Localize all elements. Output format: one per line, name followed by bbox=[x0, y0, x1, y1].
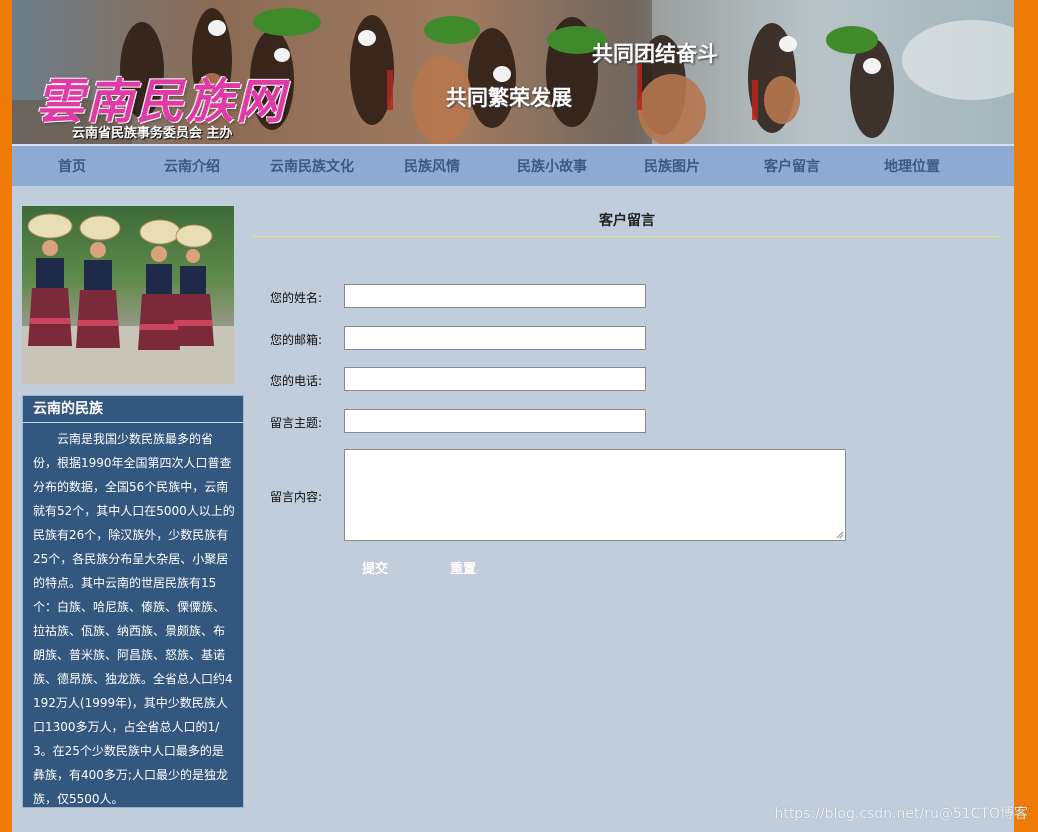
subject-input[interactable] bbox=[344, 409, 646, 433]
main-nav: 首页 云南介绍 云南民族文化 民族风情 民族小故事 民族图片 客户留言 地理位置 bbox=[12, 144, 1014, 186]
nav-yunnan-intro[interactable]: 云南介绍 bbox=[132, 156, 252, 176]
watermark-text: https://blog.csdn.net/ru@51CTO博客 bbox=[774, 806, 1028, 822]
nav-location[interactable]: 地理位置 bbox=[852, 156, 972, 176]
heading-divider bbox=[252, 236, 1002, 237]
resize-grip-icon[interactable] bbox=[836, 531, 844, 539]
ethnic-women-photo bbox=[22, 213, 234, 384]
nav-guestbook[interactable]: 客户留言 bbox=[732, 156, 852, 176]
phone-label: 您的电话: bbox=[270, 374, 323, 388]
ethnic-intro-title: 云南的民族 bbox=[23, 396, 243, 423]
name-input[interactable] bbox=[344, 284, 646, 308]
header-banner: 雲南民族网 云南省民族事务委员会 主办 共同团结奋斗 共同繁荣发展 bbox=[12, 0, 1014, 144]
nav-ethnic-pictures[interactable]: 民族图片 bbox=[612, 156, 732, 176]
page: 雲南民族网 云南省民族事务委员会 主办 共同团结奋斗 共同繁荣发展 首页 云南介… bbox=[12, 0, 1014, 832]
nav-ethnic-stories[interactable]: 民族小故事 bbox=[492, 156, 612, 176]
nav-home[interactable]: 首页 bbox=[12, 156, 132, 176]
name-label: 您的姓名: bbox=[270, 291, 323, 305]
slogan-unity: 共同团结奋斗 bbox=[592, 42, 718, 66]
email-input[interactable] bbox=[344, 326, 646, 350]
sidebar-photo bbox=[22, 206, 234, 384]
guestbook-heading: 客户留言 bbox=[599, 213, 655, 229]
submit-button[interactable]: 提交 bbox=[362, 558, 388, 577]
ethnic-intro-text: 云南是我国少数民族最多的省份，根据1990年全国第四次人口普查分布的数据，全国5… bbox=[33, 432, 235, 806]
content-textarea[interactable] bbox=[344, 449, 846, 541]
email-label: 您的邮箱: bbox=[270, 333, 323, 347]
reset-button[interactable]: 重置 bbox=[450, 558, 476, 577]
content-label: 留言内容: bbox=[270, 490, 323, 504]
nav-ethnic-culture[interactable]: 云南民族文化 bbox=[252, 156, 372, 176]
phone-input[interactable] bbox=[344, 367, 646, 391]
slogan-prosperity: 共同繁荣发展 bbox=[446, 86, 572, 110]
nav-ethnic-customs[interactable]: 民族风情 bbox=[372, 156, 492, 176]
subject-label: 留言主题: bbox=[270, 416, 323, 430]
sponsor-text: 云南省民族事务委员会 主办 bbox=[72, 126, 233, 141]
ethnic-intro-box: 云南的民族 云南是我国少数民族最多的省份，根据1990年全国第四次人口普查分布的… bbox=[22, 395, 244, 808]
